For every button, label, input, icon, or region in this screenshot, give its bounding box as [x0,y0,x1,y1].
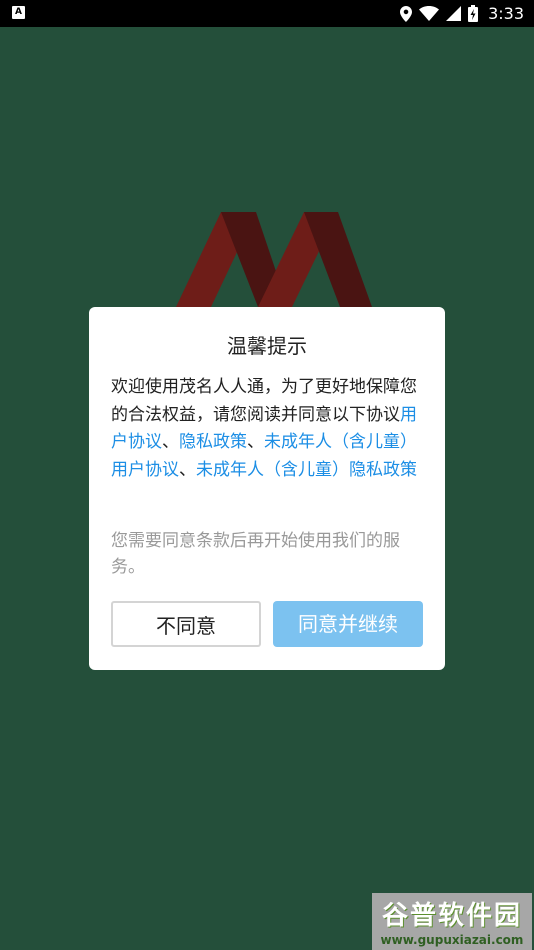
separator: 、 [247,432,264,452]
watermark-url: www.gupuxiazai.com [380,933,524,947]
separator: 、 [179,459,196,480]
status-bar: A 3:33 [0,0,534,27]
dialog-message-text: 欢迎使用茂名人人通，为了更好地保障您的合法权益，请您阅读并同意以下协议 [111,377,417,425]
battery-charging-icon [468,5,479,22]
minor-privacy-policy-link[interactable]: 未成年人（含儿童）隐私政策 [196,460,417,480]
watermark-title: 谷普软件园 [381,901,522,931]
watermark: 谷普软件园 www.gupuxiazai.com [372,893,532,950]
location-icon [400,5,413,22]
dialog-message: 欢迎使用茂名人人通，为了更好地保障您的合法权益，请您阅读并同意以下协议用户协议、… [111,374,427,484]
consent-dialog: 温馨提示 欢迎使用茂名人人通，为了更好地保障您的合法权益，请您阅读并同意以下协议… [89,307,445,670]
agree-continue-button[interactable]: 同意并继续 [273,601,423,647]
disagree-button[interactable]: 不同意 [111,601,261,647]
privacy-policy-link[interactable]: 隐私政策 [179,432,247,452]
notification-app-icon: A [12,6,25,19]
signal-icon [446,6,462,21]
app-logo [176,210,376,314]
dialog-note: 您需要同意条款后再开始使用我们的服务。 [111,531,400,577]
status-time: 3:33 [488,4,524,23]
wifi-icon [419,6,440,21]
dialog-title: 温馨提示 [227,334,307,358]
separator: 、 [162,432,179,452]
